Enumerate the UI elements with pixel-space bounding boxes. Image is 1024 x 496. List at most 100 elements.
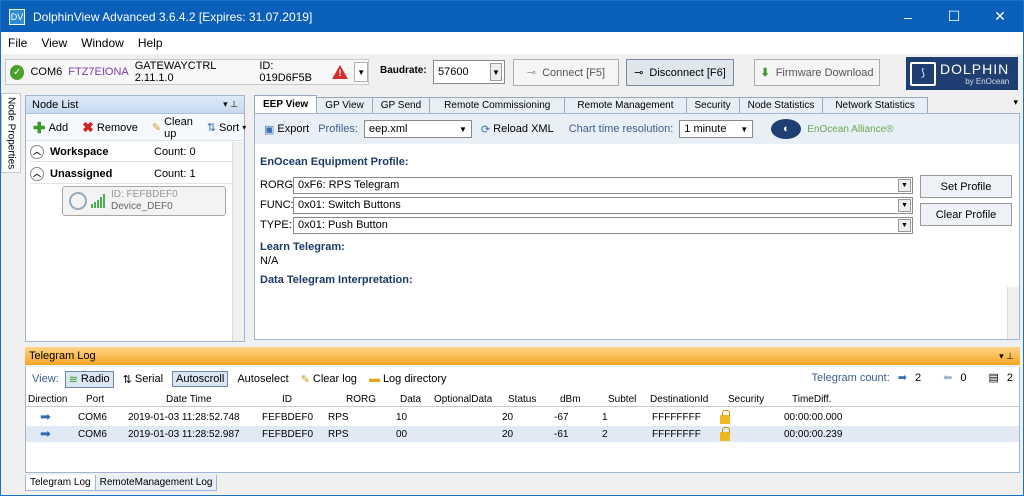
firmware-download-button[interactable]: ⬇ Firmware Download (754, 59, 880, 86)
table-row[interactable]: ➡ COM6 2019-01-03 11:28:52.987 FEFBDEF0 … (26, 426, 1019, 442)
pin-icon[interactable]: ▾ ⊥ (999, 351, 1014, 362)
incoming-arrow-icon: ➡ (897, 372, 907, 384)
chevron-down-icon[interactable]: ▼ (354, 62, 368, 82)
connection-status: ✓ COM6 FTZ7EIONA GATEWAYCTRL 2.11.1.0 ID… (5, 59, 369, 85)
serial-view-button[interactable]: ⇅ Serial (120, 372, 166, 387)
remove-node-button[interactable]: ✖ Remove (79, 118, 141, 137)
total-icon: ▤ (988, 372, 999, 384)
incoming-arrow-icon: ➡ (40, 409, 51, 424)
remove-icon: ✖ (82, 119, 94, 135)
col-datetime[interactable]: Date Time (166, 391, 212, 407)
add-node-button[interactable]: ✚ Add (30, 118, 71, 138)
collapse-icon[interactable]: ︿ (30, 144, 44, 159)
pin-icon[interactable]: ▾ ⊥ (223, 99, 238, 110)
tab-eep-view[interactable]: EEP View (254, 95, 318, 113)
broom-icon: ✎ (151, 122, 162, 134)
col-port[interactable]: Port (86, 391, 104, 407)
sort-button[interactable]: ⇅ Sort ▾ (204, 120, 249, 135)
menu-window[interactable]: Window (74, 36, 131, 50)
minimize-button[interactable]: – (885, 1, 931, 32)
eep-scrollbar[interactable] (1007, 287, 1019, 339)
radio-view-button[interactable]: ≋ Radio (64, 370, 114, 388)
view-tabs: EEP View GP View GP Send Remote Commissi… (254, 95, 1020, 113)
connect-button[interactable]: ⊸ Connect [F5] (513, 59, 619, 86)
tab-remote-management[interactable]: Remote Management (564, 97, 687, 113)
menu-view[interactable]: View (34, 36, 74, 50)
log-directory-button[interactable]: ▬ Log directory (366, 372, 450, 386)
col-id[interactable]: ID (282, 391, 292, 407)
autoscroll-toggle[interactable]: Autoscroll (172, 371, 229, 387)
col-direction[interactable]: Direction (28, 391, 67, 407)
col-subtel[interactable]: Subtel (608, 391, 636, 407)
tab-remote-commissioning[interactable]: Remote Commissioning (429, 97, 566, 113)
tab-node-statistics[interactable]: Node Statistics (738, 97, 824, 113)
tabs-overflow-icon[interactable]: ▾ (1013, 97, 1018, 108)
col-security[interactable]: Security (728, 391, 764, 407)
rorg-row: RORG: 0xF6: RPS Telegram ▼ (260, 176, 913, 194)
close-button[interactable]: ✕ (977, 1, 1023, 32)
col-optional[interactable]: OptionalData (434, 391, 492, 407)
disconnect-button[interactable]: ⊸ Disconnect [F6] (626, 59, 734, 86)
export-icon: ▣ (264, 123, 275, 136)
connection-gateway: GATEWAYCTRL 2.11.1.0 (134, 60, 217, 84)
reload-xml-button[interactable]: ⟳ Reload XML (478, 122, 557, 137)
lock-icon (720, 409, 730, 425)
rorg-select[interactable]: 0xF6: RPS Telegram ▼ (293, 176, 913, 194)
node-properties-tab[interactable]: Node Properties (1, 93, 21, 173)
func-select[interactable]: 0x01: Switch Buttons ▼ (293, 196, 913, 214)
collapse-icon[interactable]: ︿ (30, 166, 44, 181)
maximize-button[interactable]: ☐ (931, 1, 977, 32)
col-timediff[interactable]: TimeDiff. (792, 391, 831, 407)
type-row: TYPE: 0x01: Push Button ▼ (260, 216, 913, 234)
window-title: DolphinView Advanced 3.6.4.2 [Expires: 3… (33, 9, 313, 24)
dolphin-logo: ⟆ DOLPHIN by EnOcean (906, 57, 1018, 90)
serial-icon: ⇅ (122, 373, 132, 386)
chart-resolution-select[interactable]: 1 minute ▼ (679, 120, 754, 138)
data-interpretation-heading: Data Telegram Interpretation: (260, 274, 413, 286)
broom-icon: ✎ (300, 373, 310, 386)
group-workspace[interactable]: ︿ Workspace Count: 0 (30, 142, 234, 162)
clear-profile-button[interactable]: Clear Profile (920, 203, 1012, 226)
device-node[interactable]: ID: FEFBDEF0 Device_DEF0 (62, 186, 226, 216)
menu-bar: File View Window Help (1, 32, 1023, 54)
device-name: Device_DEF0 (111, 201, 173, 212)
tab-telegram-log[interactable]: Telegram Log (25, 475, 96, 491)
col-destination[interactable]: DestinationId (650, 391, 708, 407)
type-select[interactable]: 0x01: Push Button ▼ (293, 216, 913, 234)
set-profile-button[interactable]: Set Profile (920, 175, 1012, 198)
enocean-alliance-logo-icon: ◐ (771, 119, 802, 139)
col-status[interactable]: Status (508, 391, 536, 407)
table-row[interactable]: ➡ COM6 2019-01-03 11:28:52.748 FEFBDEF0 … (26, 409, 1019, 425)
menu-help[interactable]: Help (131, 36, 170, 50)
col-rorg[interactable]: RORG (346, 391, 376, 407)
tab-gp-send[interactable]: GP Send (371, 97, 431, 113)
autoselect-toggle[interactable]: Autoselect (234, 372, 291, 386)
tab-security[interactable]: Security (685, 97, 740, 113)
warning-icon[interactable] (332, 65, 349, 79)
clear-log-button[interactable]: ✎ Clear log (298, 372, 360, 387)
sort-icon: ⇅ (206, 122, 217, 134)
connected-check-icon: ✓ (10, 64, 25, 80)
title-bar: DV DolphinView Advanced 3.6.4.2 [Expires… (1, 1, 1023, 32)
chevron-down-icon: ▼ (898, 178, 911, 192)
tab-network-statistics[interactable]: Network Statistics (822, 97, 928, 113)
plus-icon: ✚ (33, 119, 46, 137)
export-button[interactable]: ▣ Export (261, 122, 312, 137)
eep-toolbar: ▣ Export Profiles: eep.xml ▼ ⟳ Reload XM… (255, 114, 1019, 144)
outgoing-count: 0 (960, 371, 967, 384)
col-dbm[interactable]: dBm (560, 391, 581, 407)
bottom-tabs: Telegram Log RemoteManagement Log (25, 475, 1020, 493)
clean-up-button[interactable]: ✎ Clean up (149, 115, 196, 141)
learn-telegram-value: N/A (260, 255, 279, 267)
col-data[interactable]: Data (400, 391, 421, 407)
signal-strength-icon (91, 194, 105, 208)
group-unassigned[interactable]: ︿ Unassigned Count: 1 (30, 164, 234, 184)
menu-file[interactable]: File (1, 36, 34, 50)
profiles-select[interactable]: eep.xml ▼ (363, 120, 472, 138)
node-list-scrollbar[interactable] (232, 142, 244, 341)
baudrate-select[interactable]: 57600 ▼ (433, 60, 505, 84)
chevron-down-icon: ▼ (898, 198, 911, 212)
tab-remote-management-log[interactable]: RemoteManagement Log (94, 475, 218, 491)
enocean-alliance-label: EnOcean Alliance® (807, 123, 894, 135)
tab-gp-view[interactable]: GP View (316, 97, 373, 113)
